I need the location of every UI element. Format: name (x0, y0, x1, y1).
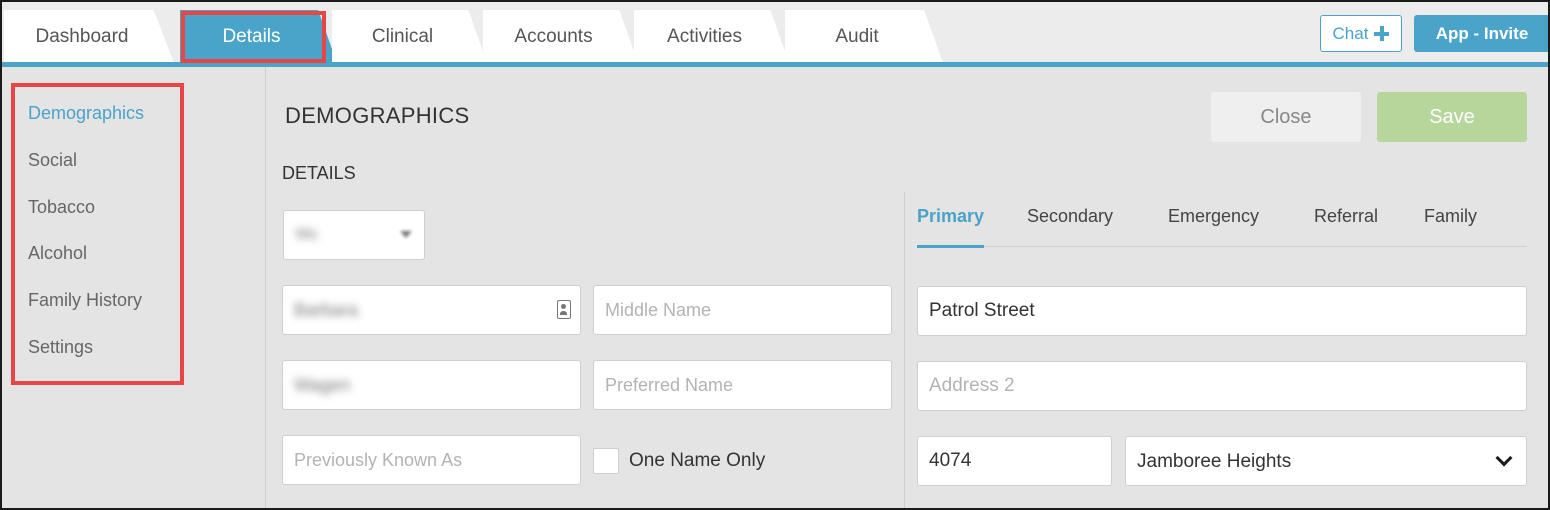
last-name-field[interactable]: Wagen (282, 360, 581, 410)
sidebar-item-social[interactable]: Social (28, 150, 77, 171)
address-tabs-divider (917, 246, 1527, 247)
sidebar-item-alcohol[interactable]: Alcohol (28, 243, 87, 264)
sidebar (2, 67, 266, 508)
tab-accounts-label: Accounts (514, 25, 593, 47)
title-select[interactable]: Ms (283, 210, 425, 260)
tab-clinical[interactable]: Clinical (332, 10, 487, 63)
first-name-field[interactable]: Barbara (282, 285, 581, 335)
tab-dashboard-label: Dashboard (35, 25, 129, 47)
tab-emergency[interactable]: Emergency (1168, 206, 1259, 227)
tab-audit[interactable]: Audit (785, 10, 943, 63)
address-2-input[interactable] (917, 361, 1527, 411)
one-name-only-checkbox[interactable] (593, 448, 619, 474)
save-button[interactable]: Save (1377, 92, 1527, 142)
tab-accounts[interactable]: Accounts (483, 10, 638, 63)
last-name-value: Wagen (294, 374, 351, 395)
sidebar-item-demographics[interactable]: Demographics (28, 103, 144, 124)
contact-card-icon[interactable] (557, 300, 571, 319)
postcode-field[interactable]: 4074 (917, 436, 1112, 486)
chevron-down-icon (1495, 449, 1513, 467)
tab-activities-label: Activities (667, 25, 742, 47)
postcode-value: 4074 (929, 450, 972, 471)
chat-button[interactable]: Chat (1320, 15, 1402, 52)
column-divider (904, 192, 905, 508)
top-tab-bar: Dashboard Details Clinical Accounts Acti… (2, 2, 1548, 64)
sidebar-item-family-history[interactable]: Family History (28, 290, 142, 311)
tab-activities[interactable]: Activities (634, 10, 789, 63)
app-window: Dashboard Details Clinical Accounts Acti… (0, 0, 1550, 510)
tab-primary[interactable]: Primary (917, 206, 984, 227)
tab-family[interactable]: Family (1424, 206, 1477, 227)
details-section-title: DETAILS (282, 163, 356, 183)
close-button[interactable]: Close (1211, 92, 1361, 142)
close-button-label: Close (1260, 105, 1312, 128)
street-field[interactable]: Patrol Street (917, 286, 1527, 336)
street-value: Patrol Street (929, 300, 1035, 321)
app-invite-label: App - Invite (1435, 23, 1529, 43)
preferred-name-input[interactable] (593, 360, 892, 410)
one-name-only-label: One Name Only (629, 450, 766, 471)
active-tab-indicator (917, 245, 984, 248)
app-invite-button[interactable]: App - Invite (1414, 15, 1548, 52)
previously-known-as-input[interactable] (282, 435, 581, 485)
tab-audit-label: Audit (835, 25, 879, 47)
tab-details[interactable]: Details (180, 10, 337, 63)
tab-details-label: Details (222, 25, 281, 47)
sidebar-item-settings[interactable]: Settings (28, 337, 93, 358)
suburb-select[interactable]: Jamboree Heights (1125, 436, 1527, 486)
chat-button-label: Chat (1332, 23, 1369, 43)
sidebar-item-tobacco[interactable]: Tobacco (28, 197, 95, 218)
tab-clinical-label: Clinical (371, 25, 434, 47)
tab-secondary[interactable]: Secondary (1027, 206, 1113, 227)
page-title: DEMOGRAPHICS (285, 103, 470, 128)
suburb-value: Jamboree Heights (1137, 451, 1292, 472)
title-select-value: Ms (296, 226, 318, 243)
first-name-value: Barbara (294, 299, 359, 320)
tab-dashboard[interactable]: Dashboard (4, 10, 174, 63)
tab-referral[interactable]: Referral (1314, 206, 1378, 227)
plus-icon (1374, 26, 1390, 41)
chevron-down-icon (400, 231, 412, 238)
save-button-label: Save (1429, 105, 1475, 128)
middle-name-input[interactable] (593, 285, 892, 335)
